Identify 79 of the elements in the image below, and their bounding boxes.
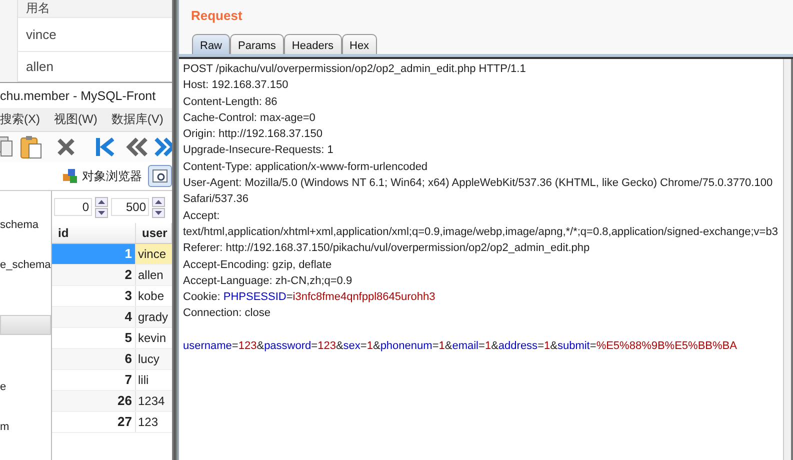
- request-line: Host: 192.168.37.150: [183, 78, 290, 94]
- request-line: Safari/537.36: [183, 192, 250, 208]
- object-browser-button[interactable]: 对象浏览器: [62, 168, 142, 184]
- data-browser-button[interactable]: [148, 165, 172, 187]
- scrollbar[interactable]: [783, 59, 793, 460]
- table-cell: 26: [52, 391, 136, 411]
- double-chevron-left-icon[interactable]: [126, 137, 148, 157]
- limit-field[interactable]: 500: [111, 198, 149, 216]
- spin-up-button[interactable]: [95, 196, 108, 206]
- request-line: Accept-Encoding: gzip, deflate: [183, 258, 333, 273]
- column-header: 用名: [17, 0, 172, 18]
- table-cell: 5: [52, 328, 136, 348]
- table-cell: vince: [136, 244, 172, 264]
- double-chevron-right-icon[interactable]: [154, 137, 172, 157]
- table-cell: 2: [52, 265, 136, 285]
- request-line: Content-Length: 86: [183, 94, 278, 110]
- request-line: Upgrade-Insecure-Requests: 1: [183, 143, 334, 158]
- caret-down-icon: [98, 210, 105, 214]
- request-line: text/html,application/xhtml+xml,application/xml;q=0.9,image/webp,image/apng,*/*;q=0.8,application/signed-exchange;v=b3: [183, 224, 779, 240]
- cubes-icon: [62, 168, 78, 184]
- request-line: Accept:: [183, 208, 221, 224]
- tree-item[interactable]: m: [0, 421, 10, 433]
- table-cell-text: kevin: [137, 330, 168, 347]
- table-cell: 27: [52, 412, 136, 432]
- menu-item[interactable]: 搜索(X): [0, 111, 40, 128]
- request-line: Referer: http://192.168.37.150/pikachu/vul/overpermission/op2/op2_admin_edit.php: [183, 241, 591, 256]
- table-cell-text: kobe: [137, 288, 166, 305]
- menu-item[interactable]: 数据库(V): [111, 111, 164, 128]
- table-cell: 1: [52, 244, 136, 264]
- panel-title: Request: [190, 7, 244, 25]
- table-cell: 4: [52, 307, 136, 327]
- request-line: Connection: close: [183, 306, 272, 322]
- tree-item[interactable]: e_schema: [0, 259, 51, 271]
- request-line: Origin: http://192.168.37.150: [183, 127, 324, 142]
- table-row[interactable]: 5 kevin: [52, 328, 172, 349]
- request-line: Cache-Control: max-age=0: [183, 110, 316, 126]
- offset-field[interactable]: 0: [54, 198, 92, 216]
- spin-down-button[interactable]: [95, 208, 108, 218]
- table-cell-text: 1234: [137, 393, 166, 410]
- table-row[interactable]: 4 grady: [52, 307, 172, 328]
- table-cell: allen: [17, 52, 172, 82]
- table-row[interactable]: 3 kobe: [52, 286, 172, 307]
- table-row[interactable]: 1 vince: [52, 244, 172, 265]
- table-cell: 3: [52, 286, 136, 306]
- spin-down-button[interactable]: [152, 208, 165, 218]
- spin-up-button[interactable]: [152, 196, 165, 206]
- table-row[interactable]: 27 123: [52, 412, 172, 433]
- delete-icon[interactable]: [56, 137, 76, 157]
- clipboard-icon[interactable]: [20, 135, 42, 159]
- table-row[interactable]: 6 lucy: [52, 349, 172, 370]
- table-cell: vince: [17, 18, 172, 52]
- table-cell: 7: [52, 370, 136, 390]
- request-body: username=123&password=123&sex=1&phonenum=1&email=1&address=1&submit=%E5%88%9B%E5%BB%BA: [183, 339, 738, 354]
- magnifier-icon: [152, 168, 168, 184]
- table-cell: 6: [52, 349, 136, 369]
- copy-icon[interactable]: [0, 136, 14, 158]
- caret-up-icon: [155, 200, 162, 204]
- table-row[interactable]: 26 1234: [52, 391, 172, 412]
- table-row[interactable]: 7 lili: [52, 370, 172, 391]
- first-record-icon[interactable]: [94, 137, 116, 157]
- table-cell-text: lucy: [137, 351, 160, 368]
- request-line: POST /pikachu/vul/overpermission/op2/op2_admin_edit.php HTTP/1.1: [183, 62, 527, 77]
- request-editor[interactable]: [179, 57, 793, 460]
- tree-item[interactable]: schema: [0, 219, 39, 231]
- tree-group-bar: [0, 315, 51, 335]
- tree-item[interactable]: e: [0, 381, 6, 393]
- request-line: Content-Type: application/x-www-form-urlencoded: [183, 160, 429, 175]
- table-cell-text: lili: [137, 372, 150, 389]
- caret-up-icon: [98, 200, 105, 204]
- request-line: Accept-Language: zh-CN,zh;q=0.9: [183, 274, 354, 289]
- caret-down-icon: [155, 210, 162, 214]
- table-cell-text: 123: [137, 414, 160, 431]
- table-cell-text: grady: [137, 309, 170, 326]
- menu-item[interactable]: 视图(W): [54, 111, 98, 128]
- request-line: Cookie: PHPSESSID=i3nfc8fme4qnfppl8645urohh3: [183, 290, 436, 306]
- column-header[interactable]: id: [52, 223, 136, 243]
- table-cell-text: allen: [137, 267, 164, 284]
- request-line: User-Agent: Mozilla/5.0 (Windows NT 6.1; Win64; x64) AppleWebKit/537.36 (KHTML, like Gecko) Chrome/75.0.3770.100: [183, 176, 774, 192]
- table-row[interactable]: 2 allen: [52, 265, 172, 286]
